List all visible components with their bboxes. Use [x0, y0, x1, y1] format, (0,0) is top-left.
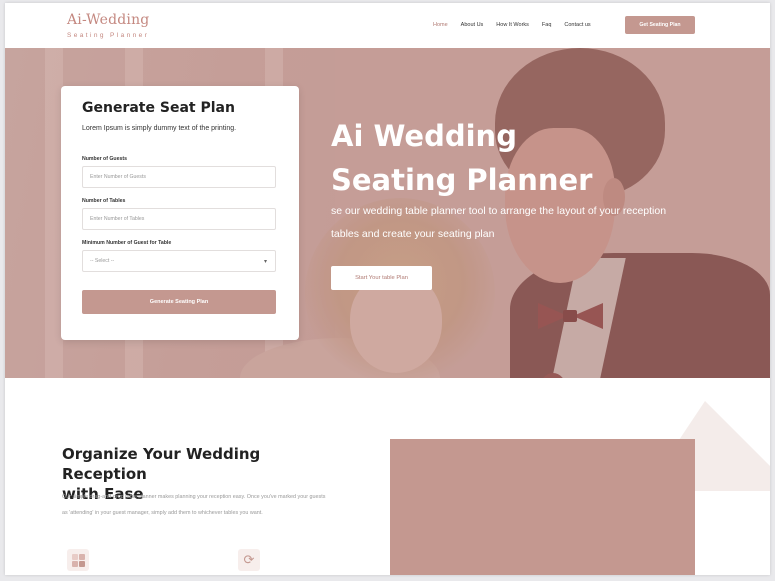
section-image-placeholder	[390, 439, 695, 575]
nav-item-how-it-works[interactable]: How It Works	[496, 22, 529, 28]
min-guests-label: Minimum Number of Guest for Table	[82, 240, 172, 246]
min-guests-selected: -- Select --	[90, 258, 115, 264]
get-seating-plan-button[interactable]: Get Seating Plan	[625, 16, 695, 34]
seat-plan-form-card: Generate Seat Plan Lorem Ipsum is simply…	[61, 86, 299, 340]
page-frame: Ai-Wedding Seating Planner Home About Us…	[5, 3, 770, 575]
refresh-icon: ⟳	[238, 549, 260, 571]
section-description: Our simple drag-and-drop table planner m…	[62, 494, 326, 516]
tables-placeholder: Enter Number of Tables	[90, 216, 145, 222]
hero-title: Ai Wedding Seating Planner	[331, 114, 592, 202]
guests-placeholder: Enter Number of Guests	[90, 174, 146, 180]
generate-seating-plan-button[interactable]: Generate Seating Plan	[82, 290, 276, 314]
nav-item-faq[interactable]: Faq	[542, 22, 551, 28]
guests-label: Number of Guests	[82, 156, 127, 162]
start-table-plan-button[interactable]: Start Your table Plan	[331, 266, 432, 290]
section-title-line1: Organize Your Wedding Reception	[62, 445, 261, 483]
form-subtitle: Lorem Ipsum is simply dummy text of the …	[82, 125, 237, 132]
min-guests-select[interactable]: -- Select -- ▾	[82, 250, 276, 272]
hero-title-line1: Ai Wedding	[331, 119, 517, 153]
main-nav: Home About Us How It Works Faq Contact u…	[433, 22, 604, 28]
form-title: Generate Seat Plan	[82, 100, 235, 116]
nav-item-contact[interactable]: Contact us	[564, 22, 590, 28]
hero-description: se our wedding table planner tool to arr…	[331, 205, 667, 240]
grid-icon	[67, 549, 89, 571]
logo-title[interactable]: Ai-Wedding	[67, 12, 149, 28]
nav-item-about[interactable]: About Us	[461, 22, 484, 28]
tables-label: Number of Tables	[82, 198, 126, 204]
nav-item-home[interactable]: Home	[433, 22, 448, 28]
logo-subtitle: Seating Planner	[67, 32, 150, 39]
chevron-down-icon: ▾	[263, 258, 267, 265]
tables-input[interactable]: Enter Number of Tables	[82, 208, 276, 230]
hero-title-line2: Seating Planner	[331, 163, 593, 197]
site-header: Ai-Wedding Seating Planner Home About Us…	[5, 3, 770, 48]
guests-input[interactable]: Enter Number of Guests	[82, 166, 276, 188]
